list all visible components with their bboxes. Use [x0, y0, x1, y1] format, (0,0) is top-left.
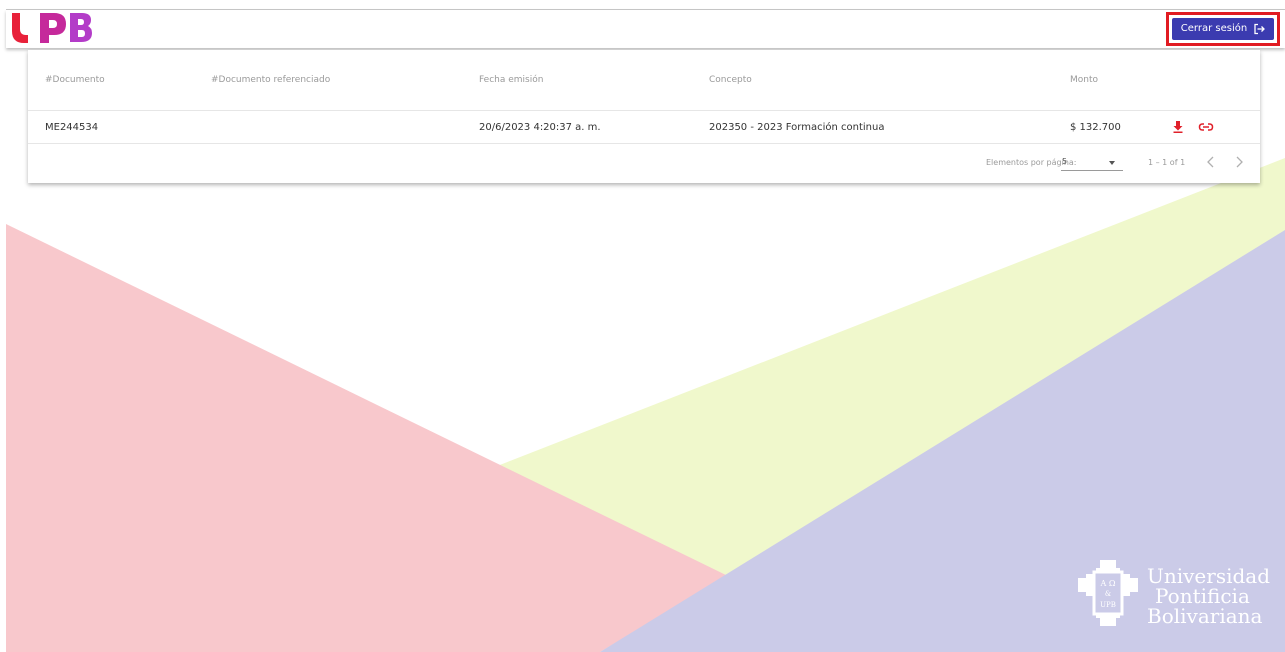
download-icon[interactable] [1172, 121, 1184, 133]
col-header-fecha[interactable]: Fecha emisión [479, 50, 543, 110]
logout-button[interactable]: Cerrar sesión [1172, 18, 1274, 40]
chevron-down-icon [1109, 161, 1115, 165]
page-size-select[interactable]: 5 [1061, 155, 1123, 171]
cell-fecha: 20/6/2023 4:20:37 a. m. [479, 121, 601, 133]
svg-text:UPB: UPB [1100, 601, 1116, 609]
page: Cerrar sesión #Documento #Documento refe… [0, 0, 1285, 652]
cell-concepto: 202350 - 2023 Formación continua [709, 121, 885, 133]
paginator: Elementos por página: 5 1 – 1 of 1 [28, 144, 1260, 182]
table-header: #Documento #Documento referenciado Fecha… [28, 50, 1260, 111]
app-header [6, 10, 1285, 48]
university-seal-icon: A Ω & UPB [1078, 560, 1138, 626]
logout-label: Cerrar sesión [1180, 23, 1248, 34]
cell-documento: ME244534 [45, 121, 99, 133]
svg-text:A Ω: A Ω [1100, 579, 1116, 588]
chevron-left-icon[interactable] [1204, 153, 1218, 171]
col-header-documento[interactable]: #Documento [45, 50, 105, 110]
table-row: ME244534 20/6/2023 4:20:37 a. m. 202350 … [28, 111, 1260, 144]
cell-monto: $ 132.700 [1070, 121, 1121, 133]
col-header-monto[interactable]: Monto [1070, 50, 1098, 110]
page-size-value: 5 [1062, 157, 1068, 166]
logout-highlight: Cerrar sesión [1166, 12, 1280, 46]
page-range: 1 – 1 of 1 [1148, 158, 1186, 167]
col-header-referenciado[interactable]: #Documento referenciado [211, 50, 330, 110]
university-name: Universidad Pontificia Bolivariana [1147, 566, 1270, 626]
university-name-line2: Pontificia [1155, 584, 1250, 608]
logout-icon [1254, 23, 1266, 35]
link-icon[interactable] [1198, 121, 1214, 133]
upb-logo[interactable] [10, 11, 92, 45]
col-header-concepto[interactable]: Concepto [709, 50, 752, 110]
svg-text:&: & [1105, 590, 1111, 598]
chevron-right-icon[interactable] [1232, 153, 1246, 171]
university-name-line1: Universidad [1147, 564, 1271, 588]
university-name-line3: Bolivariana [1147, 604, 1263, 628]
documents-table: #Documento #Documento referenciado Fecha… [28, 50, 1260, 183]
